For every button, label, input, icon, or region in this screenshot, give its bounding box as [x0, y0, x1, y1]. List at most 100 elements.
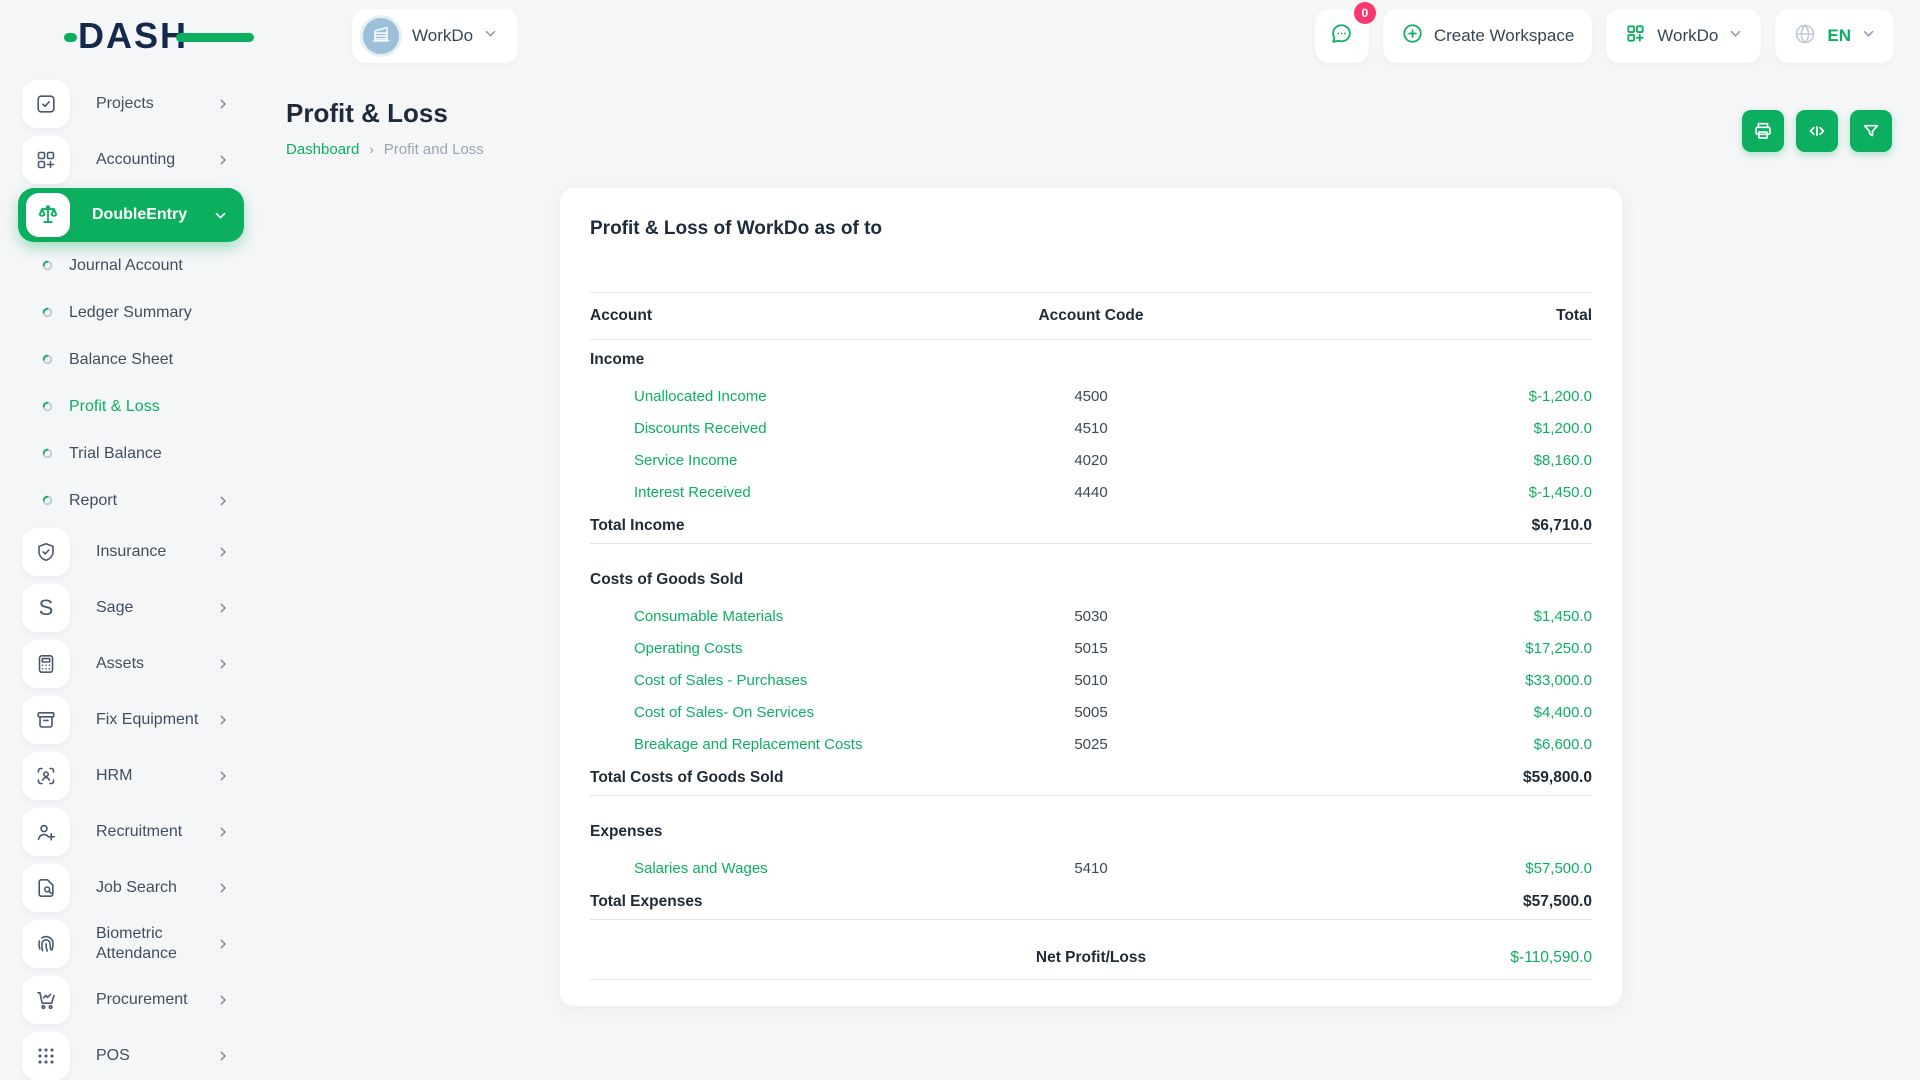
chevron-right-icon	[216, 97, 230, 111]
accounting-icon	[22, 136, 70, 184]
sidebar-item-biometric-attendance[interactable]: Biometric Attendance	[0, 916, 262, 972]
procurement-icon	[22, 976, 70, 1024]
fix-equipment-icon	[22, 696, 70, 744]
printer-icon	[1752, 120, 1774, 142]
account-link[interactable]: Discounts Received	[590, 420, 924, 437]
recruitment-icon	[22, 808, 70, 856]
workspace-selector[interactable]: WorkDo	[352, 9, 518, 63]
section-title: Income	[590, 340, 1592, 380]
app-selector[interactable]: WorkDo	[1606, 9, 1761, 63]
sidebar-item-pos[interactable]: POS	[0, 1028, 262, 1080]
account-link[interactable]: Unallocated Income	[590, 388, 924, 405]
account-link[interactable]: Cost of Sales- On Services	[590, 704, 924, 721]
account-total: $1,450.0	[1258, 608, 1592, 625]
sidebar-item-label: Ledger Summary	[69, 303, 192, 323]
chevron-right-icon	[216, 494, 230, 508]
projects-icon	[22, 80, 70, 128]
account-code: 5010	[924, 672, 1258, 689]
account-link[interactable]: Interest Received	[590, 484, 924, 501]
table-row: Interest Received4440$-1,450.0	[590, 476, 1592, 508]
chevron-down-icon	[213, 208, 228, 223]
sub-bullet-icon	[42, 495, 53, 506]
sidebar-item-hrm[interactable]: HRM	[0, 748, 262, 804]
table-header-row: Account Account Code Total	[590, 292, 1592, 340]
account-link[interactable]: Consumable Materials	[590, 608, 924, 625]
section-total-label: Total Income	[590, 517, 924, 535]
app-selector-label: WorkDo	[1657, 26, 1718, 46]
chevron-right-icon	[216, 993, 230, 1007]
grid-plus-icon	[1624, 22, 1647, 50]
breadcrumb-separator-icon: ›	[369, 142, 373, 157]
page-title: Profit & Loss	[286, 98, 1920, 129]
account-total: $6,600.0	[1258, 736, 1592, 753]
chevron-right-icon	[216, 937, 230, 951]
chevron-down-icon	[1728, 26, 1743, 46]
report-card-title: Profit & Loss of WorkDo as of to	[590, 218, 1592, 240]
sidebar-item-recruitment[interactable]: Recruitment	[0, 804, 262, 860]
plus-circle-icon	[1401, 22, 1424, 50]
sidebar-item-ledger-summary[interactable]: Ledger Summary	[0, 289, 262, 336]
sidebar-item-sage[interactable]: SSage	[0, 580, 262, 636]
section-total-row: Total Costs of Goods Sold$59,800.0	[590, 760, 1592, 796]
sidebar-item-trial-balance[interactable]: Trial Balance	[0, 430, 262, 477]
insurance-icon	[22, 528, 70, 576]
chevron-right-icon	[216, 657, 230, 671]
messages-badge: 0	[1354, 2, 1376, 24]
account-code: 4440	[924, 484, 1258, 501]
language-selector[interactable]: EN	[1775, 9, 1894, 63]
messages-button[interactable]: 0	[1315, 9, 1369, 63]
filter-button[interactable]	[1850, 110, 1892, 152]
column-header-total: Total	[1258, 307, 1592, 325]
breadcrumb-current: Profit and Loss	[384, 141, 484, 158]
account-link[interactable]: Cost of Sales - Purchases	[590, 672, 924, 689]
code-button[interactable]	[1796, 110, 1838, 152]
sidebar-item-label: Sage	[96, 598, 133, 618]
account-link[interactable]: Service Income	[590, 452, 924, 469]
printer-button[interactable]	[1742, 110, 1784, 152]
account-link[interactable]: Breakage and Replacement Costs	[590, 736, 924, 753]
sidebar-item-assets[interactable]: Assets	[0, 636, 262, 692]
pos-icon	[22, 1032, 70, 1080]
account-total: $17,250.0	[1258, 640, 1592, 657]
table-row: Service Income4020$8,160.0	[590, 444, 1592, 476]
account-total: $4,400.0	[1258, 704, 1592, 721]
header-actions: 0 Create Workspace WorkDo EN	[1315, 9, 1894, 63]
sidebar-item-label: Projects	[96, 94, 154, 114]
sidebar-item-doubleentry[interactable]: DoubleEntry	[18, 188, 244, 242]
account-total: $-1,450.0	[1258, 484, 1592, 501]
chevron-right-icon	[216, 713, 230, 727]
account-total: $33,000.0	[1258, 672, 1592, 689]
sidebar-item-job-search[interactable]: Job Search	[0, 860, 262, 916]
sidebar-item-label: Job Search	[96, 878, 177, 898]
sidebar-item-label: Insurance	[96, 542, 166, 562]
account-code: 5410	[924, 860, 1258, 877]
table-row: Cost of Sales - Purchases5010$33,000.0	[590, 664, 1592, 696]
workspace-avatar	[360, 15, 402, 57]
sidebar-item-procurement[interactable]: Procurement	[0, 972, 262, 1028]
sidebar-item-balance-sheet[interactable]: Balance Sheet	[0, 336, 262, 383]
code-icon	[1806, 120, 1828, 142]
section-total-value: $59,800.0	[1258, 769, 1592, 787]
sidebar-nav: Projects AccountingDoubleEntryJournal Acc…	[0, 72, 262, 1080]
breadcrumb-dashboard-link[interactable]: Dashboard	[286, 141, 359, 158]
sidebar-item-insurance[interactable]: Insurance	[0, 524, 262, 580]
logo-dash-accent	[64, 33, 77, 42]
sidebar-item-profit-loss[interactable]: Profit & Loss	[0, 383, 262, 430]
double-entry-icon	[26, 193, 70, 237]
section-title: Expenses	[590, 812, 1592, 852]
account-link[interactable]: Operating Costs	[590, 640, 924, 657]
account-code: 5030	[924, 608, 1258, 625]
sidebar-item-report[interactable]: Report	[0, 477, 262, 524]
globe-icon	[1793, 22, 1817, 51]
sidebar-item-projects[interactable]: Projects	[0, 76, 262, 132]
sidebar-item-journal-account[interactable]: Journal Account	[0, 242, 262, 289]
create-workspace-button[interactable]: Create Workspace	[1383, 9, 1592, 63]
section-total-value: $6,710.0	[1258, 517, 1592, 535]
account-link[interactable]: Salaries and Wages	[590, 860, 924, 877]
net-profit-loss-value: $-110,590.0	[1258, 949, 1592, 967]
account-code: 5005	[924, 704, 1258, 721]
sidebar-item-accounting[interactable]: Accounting	[0, 132, 262, 188]
sub-bullet-icon	[42, 260, 53, 271]
account-total: $-1,200.0	[1258, 388, 1592, 405]
sidebar-item-fix-equipment[interactable]: Fix Equipment	[0, 692, 262, 748]
